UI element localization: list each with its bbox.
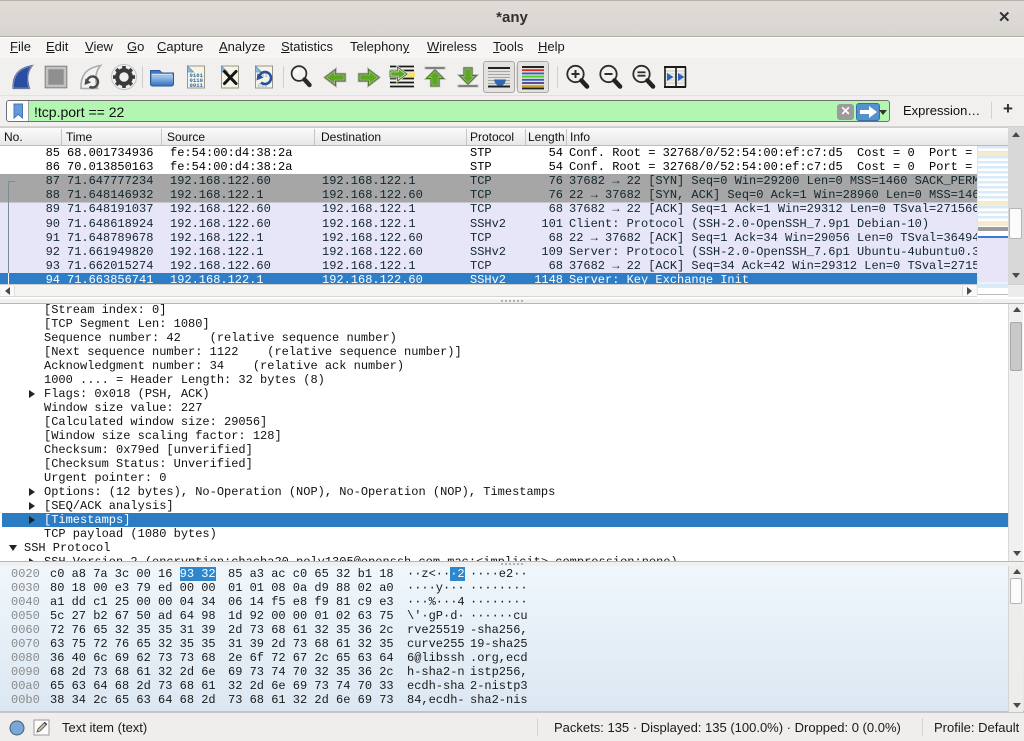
svg-text:0011: 0011 [190, 82, 204, 89]
